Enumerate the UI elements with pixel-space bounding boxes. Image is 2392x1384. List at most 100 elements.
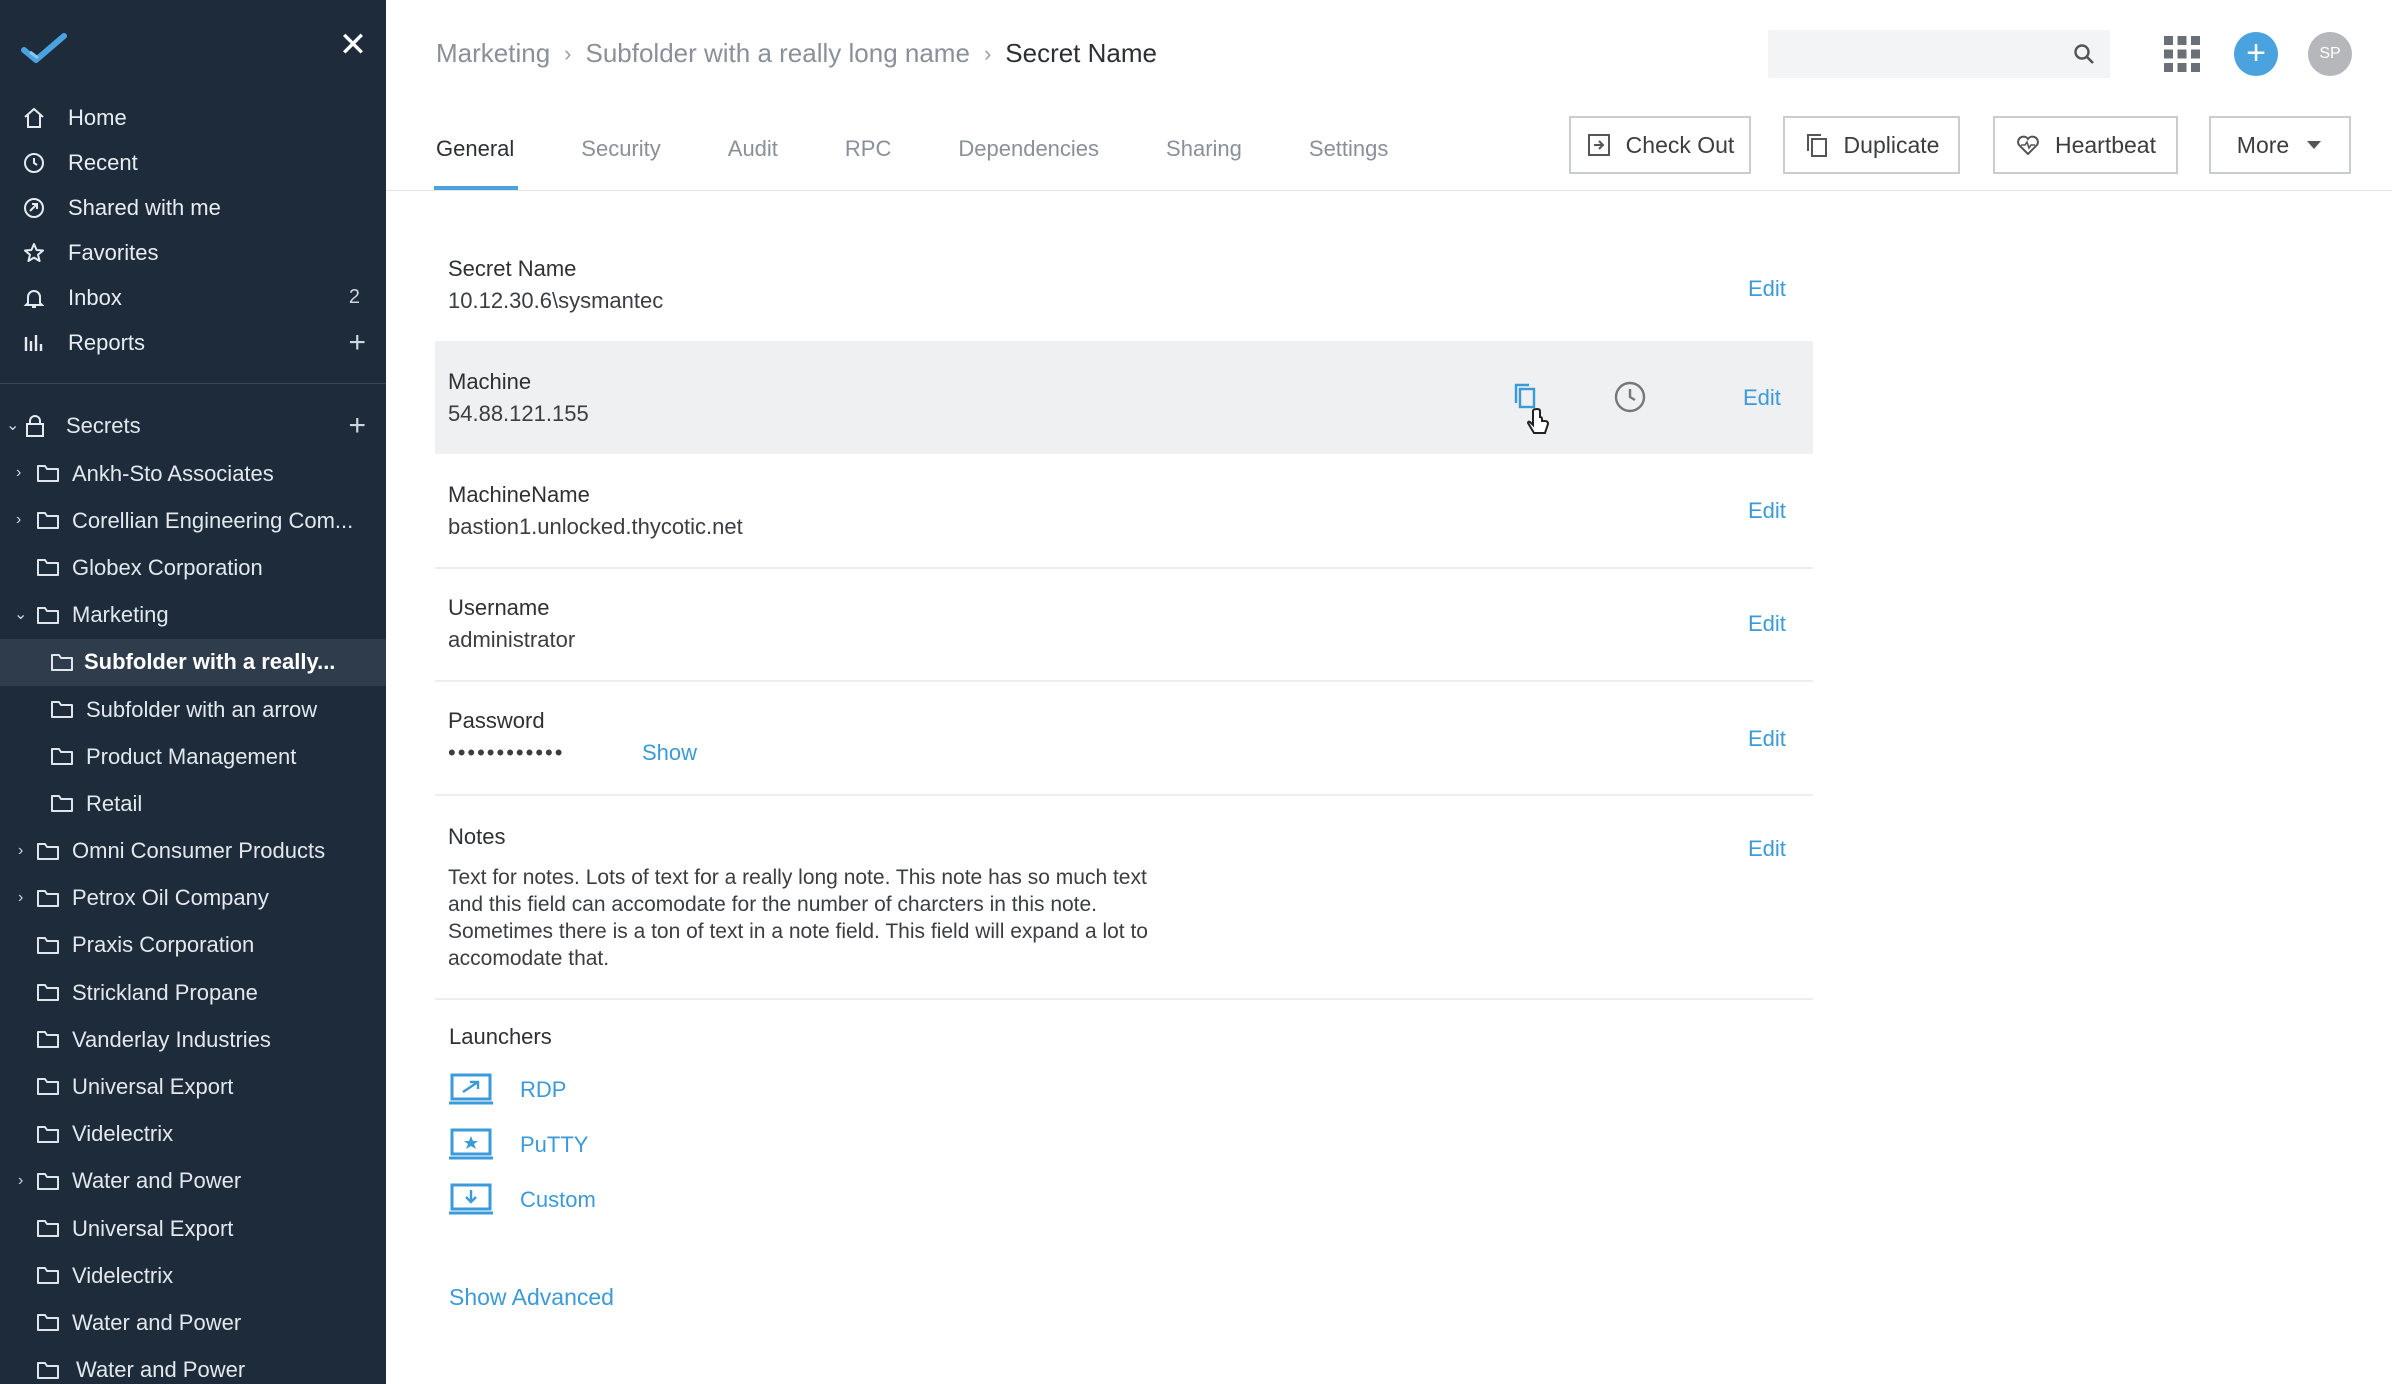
shared-icon: [20, 194, 48, 222]
chevron-down-icon[interactable]: ⌄: [14, 606, 28, 622]
chevron-right-icon[interactable]: ›: [18, 1172, 32, 1188]
sidebar-item-inbox[interactable]: Inbox 2: [0, 275, 386, 320]
launcher-putty[interactable]: PuTTY: [448, 1127, 588, 1163]
edit-notes-link[interactable]: Edit: [1748, 836, 1786, 862]
field-value: 10.12.30.6\sysmantec: [448, 288, 664, 313]
field-machine-name: MachineName bastion1.unlocked.thycotic.n…: [435, 456, 1813, 569]
folder-icon: [36, 605, 60, 625]
password-masked-value: ••••••••••••: [448, 740, 565, 765]
tab-audit[interactable]: Audit: [728, 128, 778, 192]
tree-folder-item[interactable]: Subfolder with an arrow: [0, 686, 386, 733]
tree-folder-item[interactable]: Universal Export: [0, 1205, 386, 1252]
tree-folder-item[interactable]: › Petrox Oil Company: [0, 875, 386, 922]
more-dropdown[interactable]: More: [2209, 116, 2351, 174]
tree-folder-item[interactable]: Subfolder with a really...: [0, 638, 386, 686]
sidebar-nav: Home Recent Shared with me Favorites Inb…: [0, 95, 386, 365]
breadcrumb-item[interactable]: Marketing: [436, 38, 550, 69]
chevron-right-icon: ›: [983, 40, 992, 66]
tree-folder-label: Retail: [86, 790, 143, 816]
tree-folder-item[interactable]: Videlectrix: [0, 1252, 386, 1299]
duplicate-button[interactable]: Duplicate: [1783, 116, 1960, 174]
edit-machine-name-link[interactable]: Edit: [1748, 498, 1786, 524]
add-report-button[interactable]: +: [348, 327, 366, 358]
tree-folder-item[interactable]: Retail: [0, 780, 386, 827]
show-password-link[interactable]: Show: [642, 740, 697, 766]
putty-launcher-icon: [449, 1128, 493, 1160]
tree-secrets-root[interactable]: ⌄ Secrets +: [0, 402, 386, 450]
bar-chart-icon: [20, 329, 48, 357]
tree-folder-item[interactable]: Universal Export: [0, 1063, 386, 1110]
inbox-count-badge: 2: [348, 286, 360, 308]
edit-secret-name-link[interactable]: Edit: [1748, 276, 1786, 302]
check-out-button[interactable]: Check Out: [1569, 116, 1751, 174]
chevron-right-icon: ›: [564, 40, 572, 66]
notes-value: Text for notes. Lots of text for a reall…: [448, 866, 1148, 970]
tree-folder-item[interactable]: Vanderlay Industries: [0, 1016, 386, 1063]
launcher-label: Custom: [520, 1187, 596, 1212]
sidebar-item-label: Inbox: [68, 284, 122, 310]
close-sidebar-icon[interactable]: ✕: [338, 28, 368, 62]
tree-folder-item[interactable]: › Ankh-Sto Associates: [0, 450, 386, 497]
history-clock-icon[interactable]: [1612, 379, 1648, 415]
thycotic-logo[interactable]: [20, 30, 68, 66]
cursor-hand-icon: [1526, 407, 1550, 434]
app-grid-icon[interactable]: [2162, 34, 2202, 74]
tab-sharing[interactable]: Sharing: [1166, 128, 1242, 192]
sidebar-item-reports[interactable]: Reports +: [0, 320, 386, 365]
tree-folder-label: Videlectrix: [72, 1262, 174, 1288]
folder-icon: [36, 557, 60, 577]
chevron-right-icon[interactable]: ›: [18, 842, 32, 858]
custom-launcher-icon: [449, 1183, 493, 1215]
tab-security[interactable]: Security: [581, 128, 660, 192]
launcher-custom[interactable]: Custom: [448, 1182, 596, 1218]
chevron-right-icon[interactable]: ›: [18, 889, 32, 905]
tree-folder-label: Water and Power: [72, 1168, 242, 1194]
chevron-right-icon[interactable]: ›: [16, 465, 30, 481]
search-input[interactable]: [1768, 30, 2110, 78]
tree-folder-item[interactable]: Videlectrix: [0, 1111, 386, 1158]
tree-folder-item[interactable]: Water and Power: [0, 1347, 386, 1384]
tree-folder-item[interactable]: Water and Power: [0, 1299, 386, 1346]
sidebar-item-shared[interactable]: Shared with me: [0, 185, 386, 230]
tree-folder-label: Water and Power: [76, 1357, 246, 1383]
launcher-rdp[interactable]: RDP: [448, 1072, 566, 1108]
tree-folder-label: Universal Export: [72, 1215, 234, 1241]
tree-folder-item[interactable]: Product Management: [0, 733, 386, 780]
create-new-button[interactable]: +: [2234, 32, 2278, 76]
tree-folder-item[interactable]: Praxis Corporation: [0, 922, 386, 969]
sidebar-item-recent[interactable]: Recent: [0, 140, 386, 185]
edit-password-link[interactable]: Edit: [1748, 726, 1786, 752]
field-notes: Notes Text for notes. Lots of text for a…: [435, 808, 1813, 1000]
tree-folder-item[interactable]: › Omni Consumer Products: [0, 828, 386, 875]
avatar[interactable]: SP: [2308, 32, 2352, 76]
show-advanced-link[interactable]: Show Advanced: [449, 1284, 614, 1311]
heartbeat-button[interactable]: Heartbeat: [1993, 116, 2178, 174]
tree-folder-item[interactable]: › Corellian Engineering Com...: [0, 497, 386, 544]
chevron-down-icon[interactable]: ⌄: [6, 418, 20, 434]
breadcrumb-item[interactable]: Subfolder with a really long name: [585, 38, 969, 69]
folder-icon: [36, 1124, 60, 1144]
sidebar: ✕ Home Recent Shared with me Favorites I…: [0, 0, 386, 1384]
tab-general[interactable]: General: [433, 128, 519, 192]
tree-folder-item[interactable]: › Water and Power: [0, 1158, 386, 1205]
more-label: More: [2236, 131, 2290, 158]
edit-username-link[interactable]: Edit: [1748, 611, 1786, 637]
edit-machine-link[interactable]: Edit: [1743, 385, 1781, 411]
search-icon[interactable]: [2072, 42, 2096, 66]
sidebar-item-label: Home: [68, 104, 127, 130]
tree-folder-item[interactable]: Strickland Propane: [0, 969, 386, 1016]
tab-settings[interactable]: Settings: [1309, 128, 1389, 192]
tree-folder-item[interactable]: ⌄ Marketing: [0, 592, 386, 639]
field-value: 54.88.121.155: [448, 401, 589, 426]
add-secret-button[interactable]: +: [348, 409, 366, 443]
folder-tree: ⌄ Secrets + › Ankh-Sto Associates › Corelli…: [0, 402, 386, 1384]
sidebar-item-home[interactable]: Home: [0, 95, 386, 140]
rdp-launcher-icon: [449, 1073, 493, 1105]
tree-folder-item[interactable]: Globex Corporation: [0, 544, 386, 591]
secrets-label: Secrets: [66, 413, 141, 438]
tab-rpc[interactable]: RPC: [845, 128, 891, 192]
launcher-label: RDP: [520, 1077, 567, 1102]
tab-dependencies[interactable]: Dependencies: [958, 128, 1099, 192]
sidebar-item-favorites[interactable]: Favorites: [0, 230, 386, 275]
chevron-right-icon[interactable]: ›: [16, 512, 30, 528]
